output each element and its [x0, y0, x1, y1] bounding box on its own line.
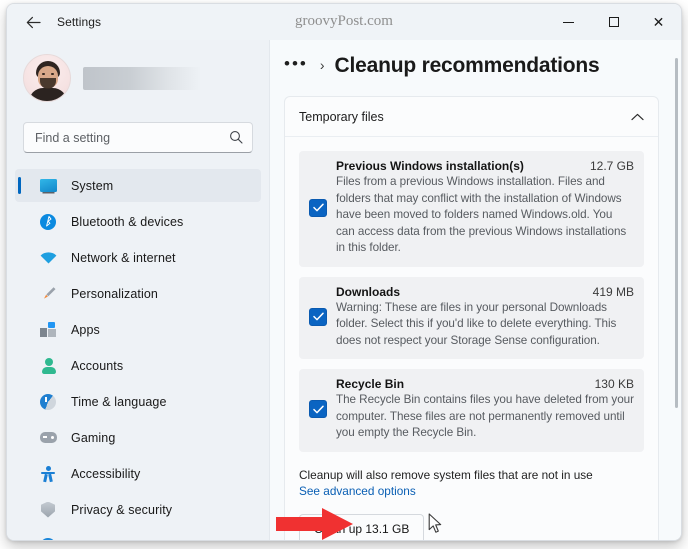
- sidebar-nav: System ᛒ Bluetooth & devices Network & i…: [7, 169, 269, 541]
- sidebar-item-label: System: [71, 178, 114, 193]
- item-size: 419 MB: [592, 284, 634, 299]
- breadcrumb-overflow-button[interactable]: •••: [284, 55, 308, 72]
- item-size: 130 KB: [594, 377, 634, 391]
- chevron-right-icon: ›: [319, 57, 325, 73]
- window-title: Settings: [57, 15, 102, 29]
- main-content: ••• › Cleanup recommendations Temporary …: [269, 40, 681, 540]
- sidebar-item-windows-update[interactable]: Windows Update: [15, 529, 261, 541]
- item-description: Files from a previous Windows installati…: [336, 175, 627, 254]
- breadcrumb: ••• › Cleanup recommendations: [270, 40, 681, 78]
- page-title: Cleanup recommendations: [334, 54, 600, 77]
- watermark: groovyPost.com: [295, 13, 393, 29]
- item-description: Warning: These are files in your persona…: [336, 300, 617, 347]
- see-advanced-options-link[interactable]: See advanced options: [299, 484, 416, 498]
- sidebar-item-time-language[interactable]: Time & language: [15, 385, 261, 418]
- item-size: 12.7 GB: [589, 159, 634, 173]
- cleanup-note: Cleanup will also remove system files th…: [299, 467, 593, 482]
- person-icon: [39, 357, 57, 375]
- minimize-button[interactable]: [546, 4, 591, 40]
- paintbrush-icon: [39, 285, 57, 303]
- system-monitor-icon: [39, 177, 57, 195]
- checkbox-recycle-bin[interactable]: [309, 400, 327, 419]
- window-controls: ✕: [546, 4, 681, 40]
- back-arrow-icon[interactable]: [19, 9, 47, 35]
- search-box[interactable]: [23, 122, 253, 153]
- sidebar-item-network-internet[interactable]: Network & internet: [15, 241, 261, 274]
- item-title: Downloads: [336, 284, 401, 299]
- temporary-files-header[interactable]: Temporary files: [285, 97, 658, 137]
- cleanup-item[interactable]: Recycle Bin 130 KB The Recycle Bin conta…: [299, 369, 644, 452]
- status-badge: [227, 540, 253, 541]
- item-title: Previous Windows installation(s): [336, 159, 524, 173]
- windows-update-icon: [39, 537, 57, 540]
- section-title: Temporary files: [299, 109, 384, 124]
- gamepad-icon: [39, 429, 57, 447]
- maximize-button[interactable]: [591, 4, 636, 40]
- settings-window: Settings groovyPost.com ✕ Find a setting…: [6, 3, 682, 541]
- mouse-pointer: [428, 513, 442, 533]
- sidebar-item-label: Accounts: [71, 358, 124, 373]
- cleanup-items-list: Previous Windows installation(s) 12.7 GB…: [285, 137, 658, 452]
- close-button[interactable]: ✕: [636, 4, 681, 40]
- vertical-scrollbar[interactable]: [675, 58, 678, 408]
- chevron-up-icon[interactable]: [631, 108, 644, 126]
- item-title: Recycle Bin: [336, 377, 405, 391]
- sidebar-item-label: Accessibility: [71, 466, 141, 481]
- sidebar-item-system[interactable]: System: [15, 169, 261, 202]
- avatar: [23, 54, 71, 102]
- sidebar: System ᛒ Bluetooth & devices Network & i…: [7, 40, 269, 541]
- sidebar-item-label: Windows Update: [71, 539, 167, 541]
- cleanup-item[interactable]: Previous Windows installation(s) 12.7 GB…: [299, 151, 644, 267]
- search-input[interactable]: [24, 123, 252, 152]
- avatar-eye-right: [51, 73, 54, 75]
- sidebar-item-label: Personalization: [71, 286, 158, 301]
- sidebar-item-label: Privacy & security: [71, 502, 173, 517]
- sidebar-item-label: Apps: [71, 322, 100, 337]
- sidebar-item-apps[interactable]: Apps: [15, 313, 261, 346]
- annotation-arrow: [276, 508, 353, 540]
- checkbox-downloads[interactable]: [309, 307, 327, 326]
- cleanup-item[interactable]: Downloads 419 MB Warning: These are file…: [299, 276, 644, 359]
- avatar-body: [29, 88, 67, 101]
- sidebar-item-privacy-security[interactable]: Privacy & security: [15, 493, 261, 526]
- account-profile[interactable]: [7, 40, 269, 102]
- sidebar-item-accessibility[interactable]: Accessibility: [15, 457, 261, 490]
- sidebar-item-label: Time & language: [71, 394, 167, 409]
- sidebar-item-label: Gaming: [71, 430, 116, 445]
- accessibility-icon: [39, 465, 57, 483]
- avatar-eye-left: [42, 73, 45, 75]
- sidebar-item-label: Bluetooth & devices: [71, 214, 184, 229]
- clock-globe-icon: [39, 393, 57, 411]
- bluetooth-icon: ᛒ: [39, 213, 57, 231]
- sidebar-item-personalization[interactable]: Personalization: [15, 277, 261, 310]
- sidebar-item-label: Network & internet: [71, 250, 176, 265]
- title-bar: Settings groovyPost.com ✕: [7, 4, 681, 40]
- temporary-files-card: Temporary files Previous Windows install…: [284, 96, 659, 540]
- shield-icon: [39, 501, 57, 519]
- search-icon: [229, 130, 243, 149]
- cleanup-footnote: Cleanup will also remove system files th…: [285, 462, 658, 500]
- search-container: [7, 102, 269, 153]
- title-bar-left: Settings: [7, 9, 247, 35]
- account-name-redacted: [83, 66, 201, 90]
- wifi-icon: [39, 249, 57, 267]
- checkbox-previous-windows-installations[interactable]: [309, 198, 327, 217]
- apps-grid-icon: [39, 321, 57, 339]
- maximize-icon: [608, 17, 619, 27]
- sidebar-item-gaming[interactable]: Gaming: [15, 421, 261, 454]
- item-description: The Recycle Bin contains files you have …: [336, 393, 634, 439]
- sidebar-item-accounts[interactable]: Accounts: [15, 349, 261, 382]
- sidebar-item-bluetooth-devices[interactable]: ᛒ Bluetooth & devices: [15, 205, 261, 238]
- close-icon: ✕: [652, 14, 665, 30]
- minimize-icon: [563, 21, 574, 23]
